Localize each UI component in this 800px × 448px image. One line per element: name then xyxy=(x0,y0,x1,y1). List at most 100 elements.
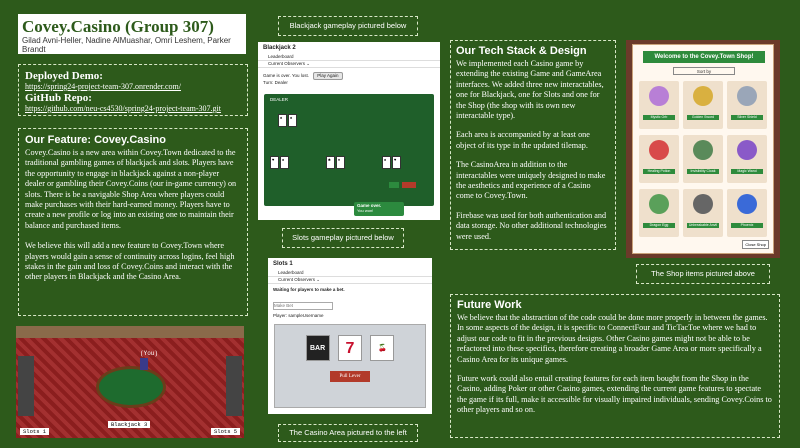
card: ♦ xyxy=(336,156,345,169)
blackjack-table[interactable] xyxy=(96,366,166,408)
slots-player: Player: sampleUsername xyxy=(273,313,324,318)
shop-item[interactable]: Dragon Egg xyxy=(639,189,679,237)
blackjack-title: Blackjack 2 xyxy=(263,45,296,51)
slots-sign-left: Slots 1 xyxy=(20,428,50,435)
blackjack-turn: Turn: Dealer xyxy=(263,80,288,85)
slots-caption: Slots gameplay pictured below xyxy=(282,228,404,248)
tech-paragraph-1: We implemented each Casino game by exten… xyxy=(456,59,604,121)
casino-wall xyxy=(16,326,244,338)
slots-waiting: Waiting for players to make a bet. xyxy=(273,287,345,292)
slot-machine: BAR 7 🍒 Pull Lever xyxy=(274,324,426,408)
close-shop-button[interactable]: Close Shop xyxy=(742,240,769,249)
slot-machine-left[interactable] xyxy=(18,356,34,416)
shop-item-image xyxy=(737,86,757,106)
poster-authors: Gilad Avni-Heller, Nadine AlMuashar, Omr… xyxy=(22,36,231,54)
player-hand-3: ♠ ♥ xyxy=(382,148,422,180)
repo-link[interactable]: https://github.com/neu-cs4530/spring24-p… xyxy=(25,104,241,114)
game-over-toast: Game over. You won! xyxy=(354,202,404,216)
shop-item-name: Silver Shield xyxy=(731,115,763,120)
shop-item[interactable]: Unbreakable Anvil xyxy=(683,189,723,237)
shop-item[interactable]: Healing Potion xyxy=(639,135,679,183)
pull-lever-button[interactable]: Pull Lever xyxy=(330,371,370,382)
shop-item-name: Healing Potion xyxy=(643,169,675,174)
sort-select[interactable]: Sort by xyxy=(673,67,735,75)
shop-panel: Welcome to the Covey.Town Shop! Sort by … xyxy=(632,44,774,254)
bet-input[interactable] xyxy=(273,301,333,310)
card: ♥ xyxy=(270,156,279,169)
shop-item[interactable]: Invisibility Cloak xyxy=(683,135,723,183)
reel-1: BAR xyxy=(305,335,330,361)
you-tag: (You) xyxy=(140,350,159,357)
shop-item-name: Invisibility Cloak xyxy=(687,169,719,174)
blackjack-observers[interactable]: Current Observers ⌄ xyxy=(258,61,440,68)
card: ♠ xyxy=(288,114,297,127)
toast-subtitle: You won! xyxy=(357,208,374,213)
player-hand-2: ♣ ♦ xyxy=(326,148,366,180)
shop-item-name: Golden Sword xyxy=(687,115,719,120)
shop-item[interactable]: Phoenix xyxy=(727,189,767,237)
shop-item[interactable]: Mystic Orb xyxy=(639,81,679,129)
shop-item-image xyxy=(649,194,669,214)
shop-title: Welcome to the Covey.Town Shop! xyxy=(643,51,765,63)
demo-heading: Deployed Demo: xyxy=(25,70,103,82)
repo-heading: GitHub Repo: xyxy=(25,92,92,104)
shop-caption: The Shop items pictured above xyxy=(636,264,770,284)
tech-paragraph-3: The CasinoArea in addition to the intera… xyxy=(456,160,606,201)
blackjack-leaderboard[interactable]: Leaderboard xyxy=(258,54,440,61)
reel-3: 🍒 xyxy=(370,335,395,361)
player-hand-1: ♥ ♠ xyxy=(270,148,310,180)
blackjack-sign: Blackjack 3 xyxy=(108,421,151,428)
reel-2: 7 xyxy=(338,335,362,361)
hit-button[interactable] xyxy=(389,182,399,188)
card: ♥ xyxy=(392,156,401,169)
slots-observers[interactable]: Current Observers ⌄ xyxy=(268,277,432,284)
future-heading: Future Work xyxy=(457,299,522,311)
feature-paragraph-2: We believe this will add a new feature t… xyxy=(25,241,235,282)
casino-caption: The Casino Area pictured to the left xyxy=(278,424,418,442)
slots-title: Slots 1 xyxy=(273,261,293,267)
slot-machine-right[interactable] xyxy=(226,356,242,416)
shop-item-image xyxy=(737,194,757,214)
player-avatar xyxy=(140,358,148,370)
stand-button[interactable] xyxy=(402,182,416,188)
shop-screenshot: Welcome to the Covey.Town Shop! Sort by … xyxy=(626,40,780,258)
tech-paragraph-2: Each area is accompanied by at least one… xyxy=(456,130,590,150)
shop-item-image xyxy=(737,140,757,160)
links-box: Deployed Demo: https://spring24-project-… xyxy=(18,64,248,116)
shop-item-name: Magic Wand xyxy=(731,169,763,174)
shop-item-name: Mystic Orb xyxy=(643,115,675,120)
shop-item[interactable]: Magic Wand xyxy=(727,135,767,183)
dealer-label: DEALER xyxy=(270,97,289,102)
shop-item-image xyxy=(693,194,713,214)
demo-link[interactable]: https://spring24-project-team-307.onrend… xyxy=(25,82,241,92)
shop-item-image xyxy=(693,86,713,106)
play-again-button[interactable]: Play Again xyxy=(313,72,343,80)
shop-item-name: Unbreakable Anvil xyxy=(687,223,719,228)
dealer-hand: ♠ ♠ xyxy=(278,106,298,127)
shop-item[interactable]: Silver Shield xyxy=(727,81,767,129)
future-paragraph-1: We believe that the abstraction of the c… xyxy=(457,313,768,364)
tech-heading: Our Tech Stack & Design xyxy=(456,45,587,57)
tech-paragraph-4: Firebase was used for both authenticatio… xyxy=(456,210,607,241)
card: ♠ xyxy=(278,114,287,127)
feature-paragraph-1: Covey.Casino is a new area within Covey.… xyxy=(25,148,237,230)
shop-item-image xyxy=(649,86,669,106)
feature-box: Our Feature: Covey.Casino Covey.Casino i… xyxy=(18,128,248,316)
poster-title-box: Covey.Casino (Group 307) Gilad Avni-Hell… xyxy=(18,14,246,54)
card: ♠ xyxy=(382,156,391,169)
shop-item-name: Phoenix xyxy=(731,223,763,228)
slots-leaderboard[interactable]: Leaderboard xyxy=(268,270,432,277)
blackjack-caption: Blackjack gameplay pictured below xyxy=(278,16,418,36)
card: ♠ xyxy=(280,156,289,169)
shop-item-name: Dragon Egg xyxy=(643,223,675,228)
future-box: Future Work We believe that the abstract… xyxy=(450,294,780,438)
blackjack-status: Game is over. You lost. xyxy=(263,73,310,78)
blackjack-screenshot: Blackjack 2 Leaderboard Current Observer… xyxy=(258,42,440,220)
shop-item[interactable]: Golden Sword xyxy=(683,81,723,129)
card: ♣ xyxy=(326,156,335,169)
shop-item-image xyxy=(693,140,713,160)
poster-title: Covey.Casino (Group 307) xyxy=(22,17,214,36)
feature-heading: Our Feature: Covey.Casino xyxy=(25,134,166,146)
blackjack-table-felt: DEALER ♠ ♠ ♥ ♠ ♣ ♦ ♠ ♥ xyxy=(264,94,434,206)
casino-area-screenshot: (You) Blackjack 3 Slots 1 Slots 5 xyxy=(16,326,244,438)
